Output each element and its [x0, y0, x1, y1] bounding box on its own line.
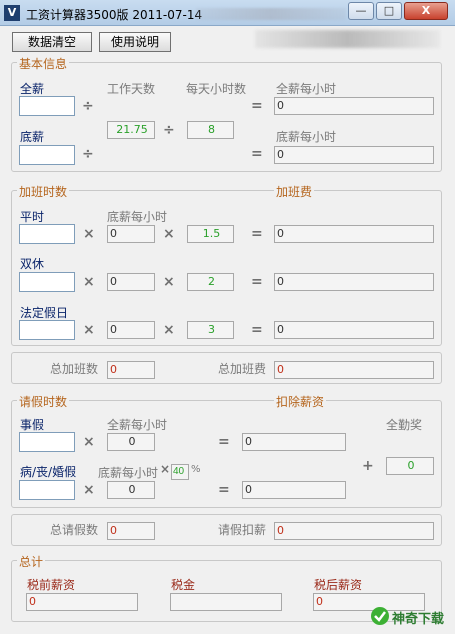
- divide-sign: ÷: [82, 146, 94, 162]
- percent-sign: %: [191, 464, 201, 475]
- total-leave-hours-field: 0: [107, 522, 155, 540]
- full-hourly-label: 全薪每小时: [276, 82, 337, 96]
- holiday-overtime-input[interactable]: [19, 320, 75, 340]
- holiday-overtime-fee-field: 0: [274, 321, 434, 339]
- aftertax-label: 税后薪资: [314, 578, 363, 592]
- divide-sign: ÷: [163, 122, 175, 138]
- leave-deduction-field: 0: [274, 522, 434, 540]
- overtime-title: 加班时数: [17, 183, 70, 200]
- plus-sign: +: [362, 458, 374, 474]
- normal-overtime-label: 平时: [20, 210, 45, 224]
- full-salary-input[interactable]: [19, 96, 75, 116]
- normal-base-field: 0: [107, 225, 155, 243]
- base-salary-label: 底薪: [20, 130, 45, 144]
- divide-sign: ÷: [82, 98, 94, 114]
- multiply-sign: ×: [163, 274, 175, 290]
- totals-title: 总计: [17, 553, 46, 570]
- watermark-logo: 神奇下载: [368, 604, 450, 628]
- leave-deduction-label: 请假扣薪: [218, 523, 267, 537]
- window-title: 工资计算器3500版 2011-07-14: [26, 8, 203, 22]
- weekend-overtime-input[interactable]: [19, 272, 75, 292]
- sick-leave-input[interactable]: [19, 480, 75, 500]
- tax-label: 税金: [171, 578, 196, 592]
- multiply-sign: ×: [83, 322, 95, 338]
- weekend-base-field: 0: [107, 273, 155, 291]
- base-salary-input[interactable]: [19, 145, 75, 165]
- redacted-info: [255, 30, 440, 48]
- normal-multiplier-field[interactable]: 1.5: [187, 225, 234, 243]
- work-days-label: 工作天数: [107, 82, 156, 96]
- normal-overtime-fee-field: 0: [274, 225, 434, 243]
- multiply-sign: ×: [160, 462, 171, 476]
- close-button[interactable]: X: [404, 2, 448, 20]
- personal-leave-deduction-field: 0: [242, 433, 346, 451]
- equals-sign: =: [251, 226, 263, 242]
- weekend-overtime-label: 双休: [20, 257, 45, 271]
- personal-leave-input[interactable]: [19, 432, 75, 452]
- deduction-title: 扣除薪资: [274, 393, 327, 410]
- equals-sign: =: [251, 98, 263, 114]
- sick-leave-deduction-field: 0: [242, 481, 346, 499]
- multiply-sign: ×: [83, 226, 95, 242]
- help-button[interactable]: 使用说明: [99, 32, 171, 52]
- multiply-sign: ×: [83, 482, 95, 498]
- minimize-button[interactable]: —: [348, 2, 374, 20]
- overtime-fee-title: 加班费: [274, 183, 315, 200]
- clear-data-button[interactable]: 数据清空: [12, 32, 92, 52]
- normal-overtime-input[interactable]: [19, 224, 75, 244]
- tax-field: [170, 593, 282, 611]
- full-salary-label: 全薪: [20, 82, 45, 96]
- sick-base-field: 0: [107, 481, 155, 499]
- multiply-sign: ×: [83, 434, 95, 450]
- redacted-title-text: [196, 8, 346, 20]
- equals-sign: =: [218, 482, 230, 498]
- total-overtime-hours-field: 0: [107, 361, 155, 379]
- app-icon: V: [4, 5, 20, 21]
- full-hourly-field: 0: [274, 97, 434, 115]
- hours-per-day-field[interactable]: 8: [187, 121, 234, 139]
- leave-full-hourly-label: 全薪每小时: [107, 418, 168, 432]
- basic-info-title: 基本信息: [17, 55, 70, 72]
- equals-sign: =: [251, 322, 263, 338]
- holiday-multiplier-field[interactable]: 3: [187, 321, 234, 339]
- attendance-bonus-field[interactable]: 0: [386, 457, 434, 475]
- base-hourly-field: 0: [274, 146, 434, 164]
- pretax-label: 税前薪资: [27, 578, 76, 592]
- total-overtime-hours-label: 总加班数: [50, 362, 99, 376]
- work-days-field[interactable]: 21.75: [107, 121, 155, 139]
- multiply-sign: ×: [83, 274, 95, 290]
- total-overtime-fee-field: 0: [274, 361, 434, 379]
- multiply-sign: ×: [163, 322, 175, 338]
- multiply-sign: ×: [163, 226, 175, 242]
- watermark-text: 神奇下载: [392, 612, 445, 627]
- percentage-input[interactable]: [171, 464, 189, 480]
- holiday-overtime-label: 法定假日: [20, 306, 69, 320]
- weekend-overtime-fee-field: 0: [274, 273, 434, 291]
- equals-sign: =: [251, 146, 263, 162]
- equals-sign: =: [251, 274, 263, 290]
- leave-full-hourly-field: 0: [107, 433, 155, 451]
- maximize-button[interactable]: □: [376, 2, 402, 20]
- leave-base-hourly-label: 底薪每小时: [98, 466, 159, 480]
- holiday-base-field: 0: [107, 321, 155, 339]
- total-leave-hours-label: 总请假数: [50, 523, 99, 537]
- total-overtime-fee-label: 总加班费: [218, 362, 267, 376]
- weekend-multiplier-field[interactable]: 2: [187, 273, 234, 291]
- equals-sign: =: [218, 434, 230, 450]
- overtime-base-hourly-label: 底薪每小时: [107, 210, 168, 224]
- sick-leave-label: 病/丧/婚假: [20, 465, 77, 479]
- personal-leave-label: 事假: [20, 418, 45, 432]
- hours-per-day-label: 每天小时数: [186, 82, 247, 96]
- attendance-bonus-label: 全勤奖: [386, 418, 423, 432]
- leave-title: 请假时数: [17, 393, 70, 410]
- base-hourly-label: 底薪每小时: [276, 130, 337, 144]
- pretax-field: 0: [26, 593, 138, 611]
